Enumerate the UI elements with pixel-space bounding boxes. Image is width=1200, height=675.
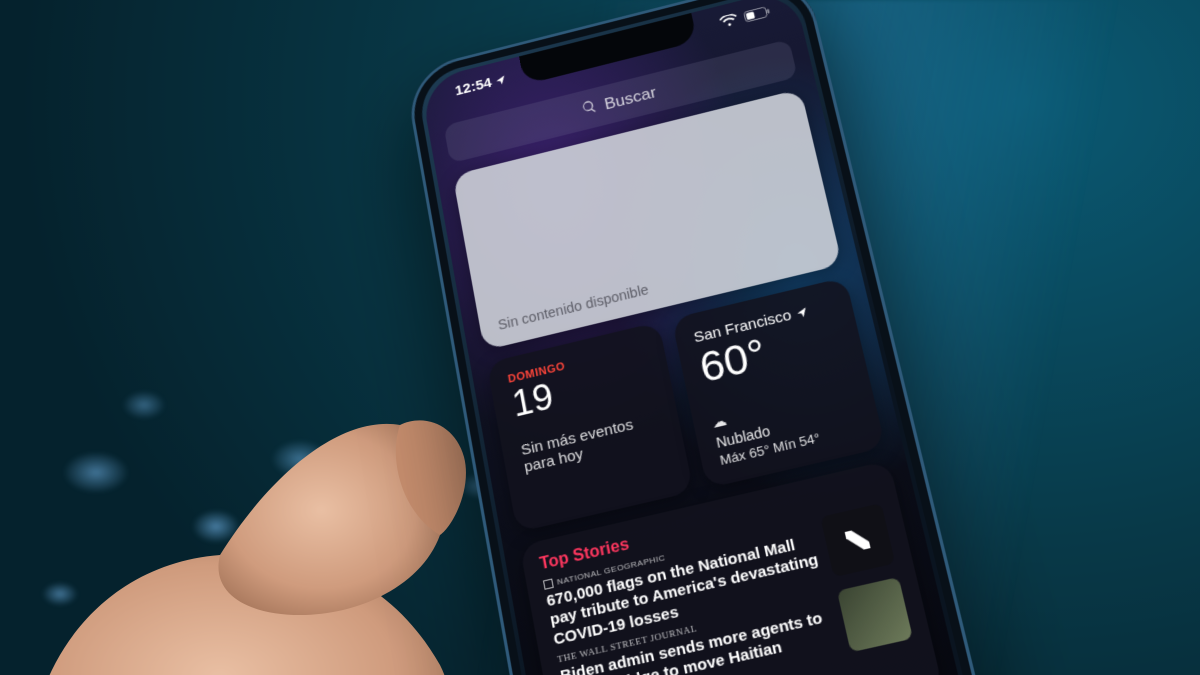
wifi-icon <box>719 13 739 29</box>
empty-widget-message: Sin contenido disponible <box>497 281 650 332</box>
search-placeholder: Buscar <box>603 83 658 114</box>
photo-scene: 12:54 <box>0 0 1200 675</box>
apple-news-icon <box>820 503 895 577</box>
cloud-icon: ☁︎ <box>710 412 728 432</box>
news-thumbnail <box>837 577 913 652</box>
search-icon <box>580 98 599 121</box>
clock: 12:54 <box>454 75 493 99</box>
status-right <box>719 5 771 29</box>
location-icon <box>494 73 507 87</box>
battery-icon <box>743 5 771 22</box>
calendar-note: Sin más eventos para hoy <box>520 412 658 476</box>
calendar-widget[interactable]: DOMINGO 19 Sin más eventos para hoy <box>486 322 693 533</box>
location-icon <box>795 305 810 320</box>
weather-widget[interactable]: San Francisco 60° ☁︎ Nublado Máx 65° Mín… <box>671 277 886 489</box>
status-time-group: 12:54 <box>454 71 508 99</box>
